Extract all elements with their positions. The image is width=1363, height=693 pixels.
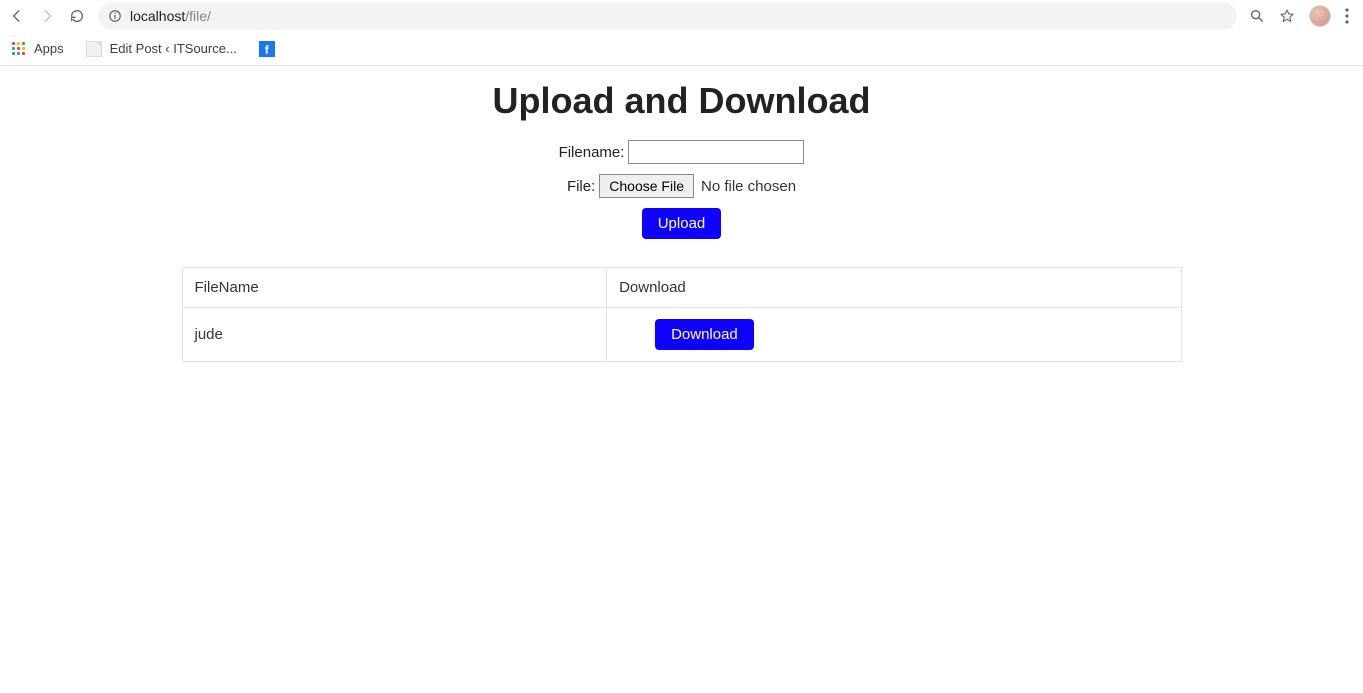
facebook-icon: f xyxy=(259,41,275,57)
filename-row: Filename: xyxy=(559,140,805,164)
header-filename: FileName xyxy=(182,268,607,308)
table-row: jude Download xyxy=(182,308,1181,362)
header-download: Download xyxy=(607,268,1181,308)
filename-label: Filename: xyxy=(559,144,625,161)
bookmark-apps-label: Apps xyxy=(34,41,64,56)
download-button[interactable]: Download xyxy=(655,319,754,350)
apps-grid-icon xyxy=(12,42,26,56)
upload-button[interactable]: Upload xyxy=(642,208,722,239)
table-header-row: FileName Download xyxy=(182,268,1181,308)
file-chosen-text: No file chosen xyxy=(701,178,796,195)
bookmark-facebook[interactable]: f xyxy=(259,41,275,57)
bookmark-star-icon[interactable] xyxy=(1279,8,1295,24)
file-label: File: xyxy=(567,178,595,195)
file-row: File: Choose File No file chosen xyxy=(567,174,796,198)
url-text: localhost/file/ xyxy=(130,8,211,24)
url-host: localhost xyxy=(130,8,185,24)
upload-form: Filename: File: Choose File No file chos… xyxy=(182,140,1182,239)
url-path: /file/ xyxy=(185,8,211,24)
browser-toolbar: localhost/file/ xyxy=(0,0,1363,32)
back-button[interactable] xyxy=(8,7,26,25)
bookmark-apps[interactable]: Apps xyxy=(12,41,64,56)
page-title: Upload and Download xyxy=(182,80,1182,122)
site-info-icon[interactable] xyxy=(108,9,122,23)
cell-download: Download xyxy=(607,308,1181,362)
choose-file-button[interactable]: Choose File xyxy=(599,174,694,198)
bookmarks-bar: Apps Edit Post ‹ ITSource... f xyxy=(0,32,1363,66)
bookmark-edit-post-label: Edit Post ‹ ITSource... xyxy=(110,41,237,56)
cell-filename: jude xyxy=(182,308,607,362)
toolbar-right-icons xyxy=(1249,5,1355,27)
zoom-icon[interactable] xyxy=(1249,8,1265,24)
filename-input[interactable] xyxy=(628,140,804,164)
page-content: Upload and Download Filename: File: Choo… xyxy=(0,66,1363,362)
menu-dots-icon[interactable] xyxy=(1345,8,1349,24)
address-bar[interactable]: localhost/file/ xyxy=(98,2,1237,30)
reload-button[interactable] xyxy=(68,7,86,25)
forward-button[interactable] xyxy=(38,7,56,25)
files-table: FileName Download jude Download xyxy=(182,267,1182,362)
bookmark-edit-post[interactable]: Edit Post ‹ ITSource... xyxy=(86,41,237,57)
page-icon xyxy=(86,41,102,57)
profile-avatar[interactable] xyxy=(1309,5,1331,27)
browser-chrome: localhost/file/ Apps Edit Post ‹ ITSourc… xyxy=(0,0,1363,66)
